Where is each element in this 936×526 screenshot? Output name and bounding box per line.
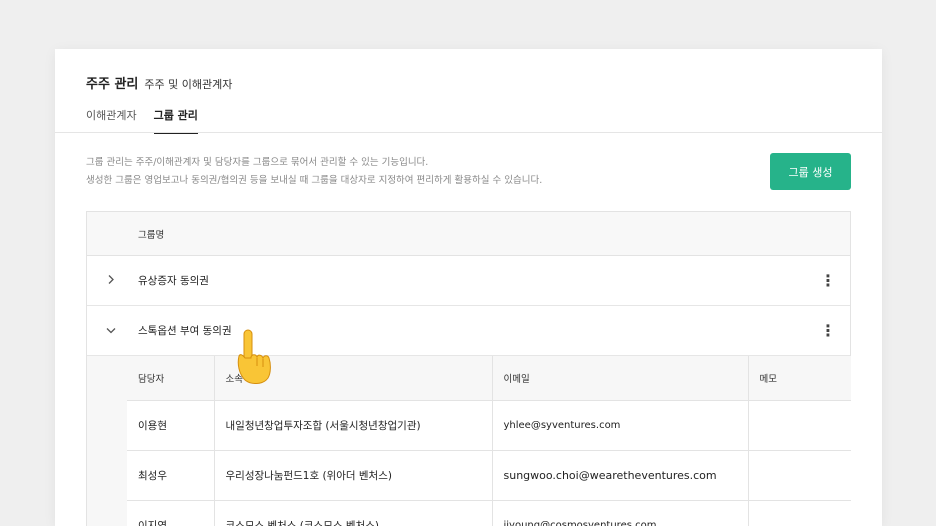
tabs-divider bbox=[55, 132, 882, 133]
tab-stakeholders[interactable]: 이해관계자 bbox=[86, 107, 137, 134]
group-name: 유상증자 동의권 bbox=[138, 275, 209, 287]
member-memo[interactable] bbox=[747, 400, 851, 451]
group-table: 그룹명 유상증자 동의권 ⋮ 스톡옵션 부여 동의권 ⋮ 담당자 소속 이메일 … bbox=[86, 211, 851, 526]
table-row[interactable]: 이지영 코스모스 벤처스 (코스모스 벤처스) jiyoung@cosmosve… bbox=[127, 500, 851, 526]
page-subtitle: 주주 및 이해관계자 bbox=[144, 78, 233, 91]
tab-bar: 이해관계자 그룹 관리 bbox=[86, 107, 198, 134]
column-header-email: 이메일 bbox=[491, 356, 748, 401]
member-memo[interactable] bbox=[747, 450, 851, 501]
member-email: jiyoung@cosmosventures.com bbox=[491, 500, 748, 526]
table-row[interactable]: 최성우 우리성장나눔펀드1호 (위아더 벤처스) sungwoo.choi@we… bbox=[127, 450, 851, 501]
page-title: 주주 관리 bbox=[86, 77, 139, 92]
member-affiliation: 우리성장나눔펀드1호 (위아더 벤처스) bbox=[213, 450, 492, 501]
member-name: 이용현 bbox=[127, 400, 214, 451]
group-members-panel: 담당자 소속 이메일 메모 이용현 내일청년창업투자조합 (서울시청년창업기관)… bbox=[87, 356, 851, 526]
shareholder-management-card: 주주 관리 주주 및 이해관계자 이해관계자 그룹 관리 그룹 관리는 주주/이… bbox=[55, 49, 882, 526]
group-row-rights-offering[interactable]: 유상증자 동의권 ⋮ bbox=[87, 256, 850, 306]
chevron-right-icon[interactable] bbox=[105, 274, 117, 287]
description-line-1: 그룹 관리는 주주/이해관계자 및 담당자를 그룹으로 묶어서 관리할 수 있는… bbox=[86, 157, 429, 168]
member-memo[interactable] bbox=[747, 500, 851, 526]
column-header-contact: 담당자 bbox=[127, 356, 214, 401]
member-email: sungwoo.choi@wearetheventures.com bbox=[491, 450, 748, 501]
member-name: 이지영 bbox=[127, 500, 214, 526]
page-header: 주주 관리 주주 및 이해관계자 bbox=[86, 73, 232, 92]
description: 그룹 관리는 주주/이해관계자 및 담당자를 그룹으로 묶어서 관리할 수 있는… bbox=[86, 154, 542, 190]
member-email: yhlee@syventures.com bbox=[491, 400, 748, 451]
tab-group-management[interactable]: 그룹 관리 bbox=[153, 107, 198, 134]
column-header-memo: 메모 bbox=[747, 356, 851, 401]
group-name: 스톡옵션 부여 동의권 bbox=[138, 325, 232, 337]
create-group-button[interactable]: 그룹 생성 bbox=[770, 153, 851, 190]
group-name-column-header: 그룹명 bbox=[138, 229, 165, 241]
group-row-stock-option[interactable]: 스톡옵션 부여 동의권 ⋮ bbox=[87, 306, 850, 356]
chevron-down-icon[interactable] bbox=[105, 324, 117, 337]
member-affiliation: 코스모스 벤처스 (코스모스 벤처스) bbox=[213, 500, 492, 526]
description-line-2: 생성한 그룹은 영업보고나 동의권/협의권 등을 보내실 때 그룹을 대상자로 … bbox=[86, 175, 543, 186]
more-options-icon[interactable]: ⋮ bbox=[820, 322, 836, 339]
table-row[interactable]: 이용현 내일청년창업투자조합 (서울시청년창업기관) yhlee@syventu… bbox=[127, 400, 851, 451]
pointing-hand-icon bbox=[233, 328, 273, 386]
group-table-header: 그룹명 bbox=[87, 212, 850, 256]
more-options-icon[interactable]: ⋮ bbox=[820, 272, 836, 289]
member-affiliation: 내일청년창업투자조합 (서울시청년창업기관) bbox=[213, 400, 492, 451]
member-name: 최성우 bbox=[127, 450, 214, 501]
